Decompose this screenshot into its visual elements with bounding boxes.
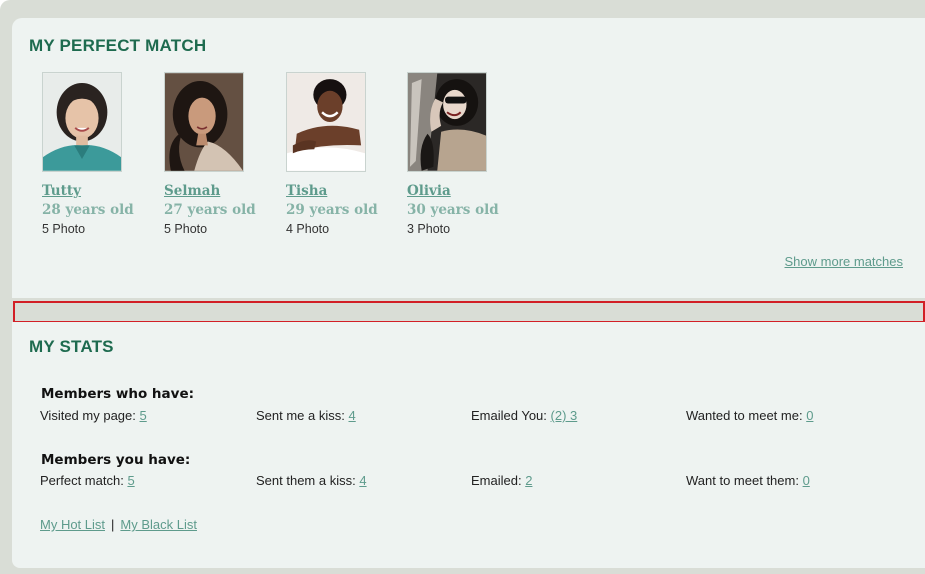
profile-age: 30 years old: [407, 202, 499, 218]
stat-value-link[interactable]: (2) 3: [551, 408, 578, 423]
stat-value-link[interactable]: 4: [349, 408, 356, 423]
stat-visited-my-page: Visited my page: 5: [40, 408, 147, 423]
perfect-match-panel: MY PERFECT MATCH Tutty 28 years old 5 Ph…: [12, 18, 925, 298]
stat-value-link[interactable]: 2: [525, 473, 532, 488]
profile-photo-count: 5 Photo: [164, 222, 208, 236]
profile-name-link[interactable]: Selmah: [164, 183, 284, 199]
profile-photo-count: 5 Photo: [42, 222, 86, 236]
stat-value-link[interactable]: 0: [806, 408, 813, 423]
section-separator: [13, 301, 925, 323]
profile-photo-selmah[interactable]: [164, 72, 244, 172]
members-who-have-title: Members who have:: [41, 386, 195, 402]
profile-photo-count: 4 Photo: [286, 222, 330, 236]
stat-sent-them-a-kiss: Sent them a kiss: 4: [256, 473, 367, 488]
stat-value-link[interactable]: 5: [127, 473, 134, 488]
members-you-have-title: Members you have:: [41, 452, 191, 468]
my-stats-panel: MY STATS Members who have: Visited my pa…: [12, 322, 925, 568]
stat-label: Perfect match:: [40, 473, 124, 488]
profile-photo-count: 3 Photo: [407, 222, 451, 236]
stat-label: Sent me a kiss:: [256, 408, 345, 423]
profile-age: 27 years old: [164, 202, 256, 218]
stat-label: Emailed You:: [471, 408, 547, 423]
stat-want-to-meet-them: Want to meet them: 0: [686, 473, 810, 488]
stat-value-link[interactable]: 4: [359, 473, 366, 488]
stat-label: Wanted to meet me:: [686, 408, 803, 423]
profile-card-tisha: Tisha 29 years old 4 Photo: [286, 72, 406, 237]
stat-label: Want to meet them:: [686, 473, 799, 488]
stat-perfect-match: Perfect match: 5: [40, 473, 135, 488]
stat-emailed: Emailed: 2: [471, 473, 532, 488]
stat-sent-me-a-kiss: Sent me a kiss: 4: [256, 408, 356, 423]
list-links: My Hot List | My Black List: [40, 517, 197, 532]
perfect-match-title: MY PERFECT MATCH: [29, 36, 207, 55]
profile-age: 28 years old: [42, 202, 134, 218]
profile-photo-tisha[interactable]: [286, 72, 366, 172]
profile-name-link[interactable]: Olivia: [407, 183, 527, 199]
stat-wanted-to-meet-me: Wanted to meet me: 0: [686, 408, 813, 423]
stat-emailed-you: Emailed You: (2) 3: [471, 408, 577, 423]
stat-value-link[interactable]: 0: [803, 473, 810, 488]
profile-photo-tutty[interactable]: [42, 72, 122, 172]
profile-name-link[interactable]: Tutty: [42, 183, 162, 199]
profile-photo-olivia[interactable]: [407, 72, 487, 172]
profile-card-selmah: Selmah 27 years old 5 Photo: [164, 72, 284, 237]
show-more-matches-link[interactable]: Show more matches: [785, 254, 904, 269]
hot-list-link[interactable]: My Hot List: [40, 517, 105, 532]
profile-name-link[interactable]: Tisha: [286, 183, 406, 199]
my-stats-title: MY STATS: [29, 337, 114, 356]
profile-age: 29 years old: [286, 202, 378, 218]
stat-label: Emailed:: [471, 473, 522, 488]
stat-value-link[interactable]: 5: [140, 408, 147, 423]
list-separator: |: [111, 517, 115, 532]
profile-card-olivia: Olivia 30 years old 3 Photo: [407, 72, 527, 237]
stat-label: Sent them a kiss:: [256, 473, 356, 488]
profile-card-tutty: Tutty 28 years old 5 Photo: [42, 72, 162, 237]
black-list-link[interactable]: My Black List: [120, 517, 197, 532]
stat-label: Visited my page:: [40, 408, 136, 423]
